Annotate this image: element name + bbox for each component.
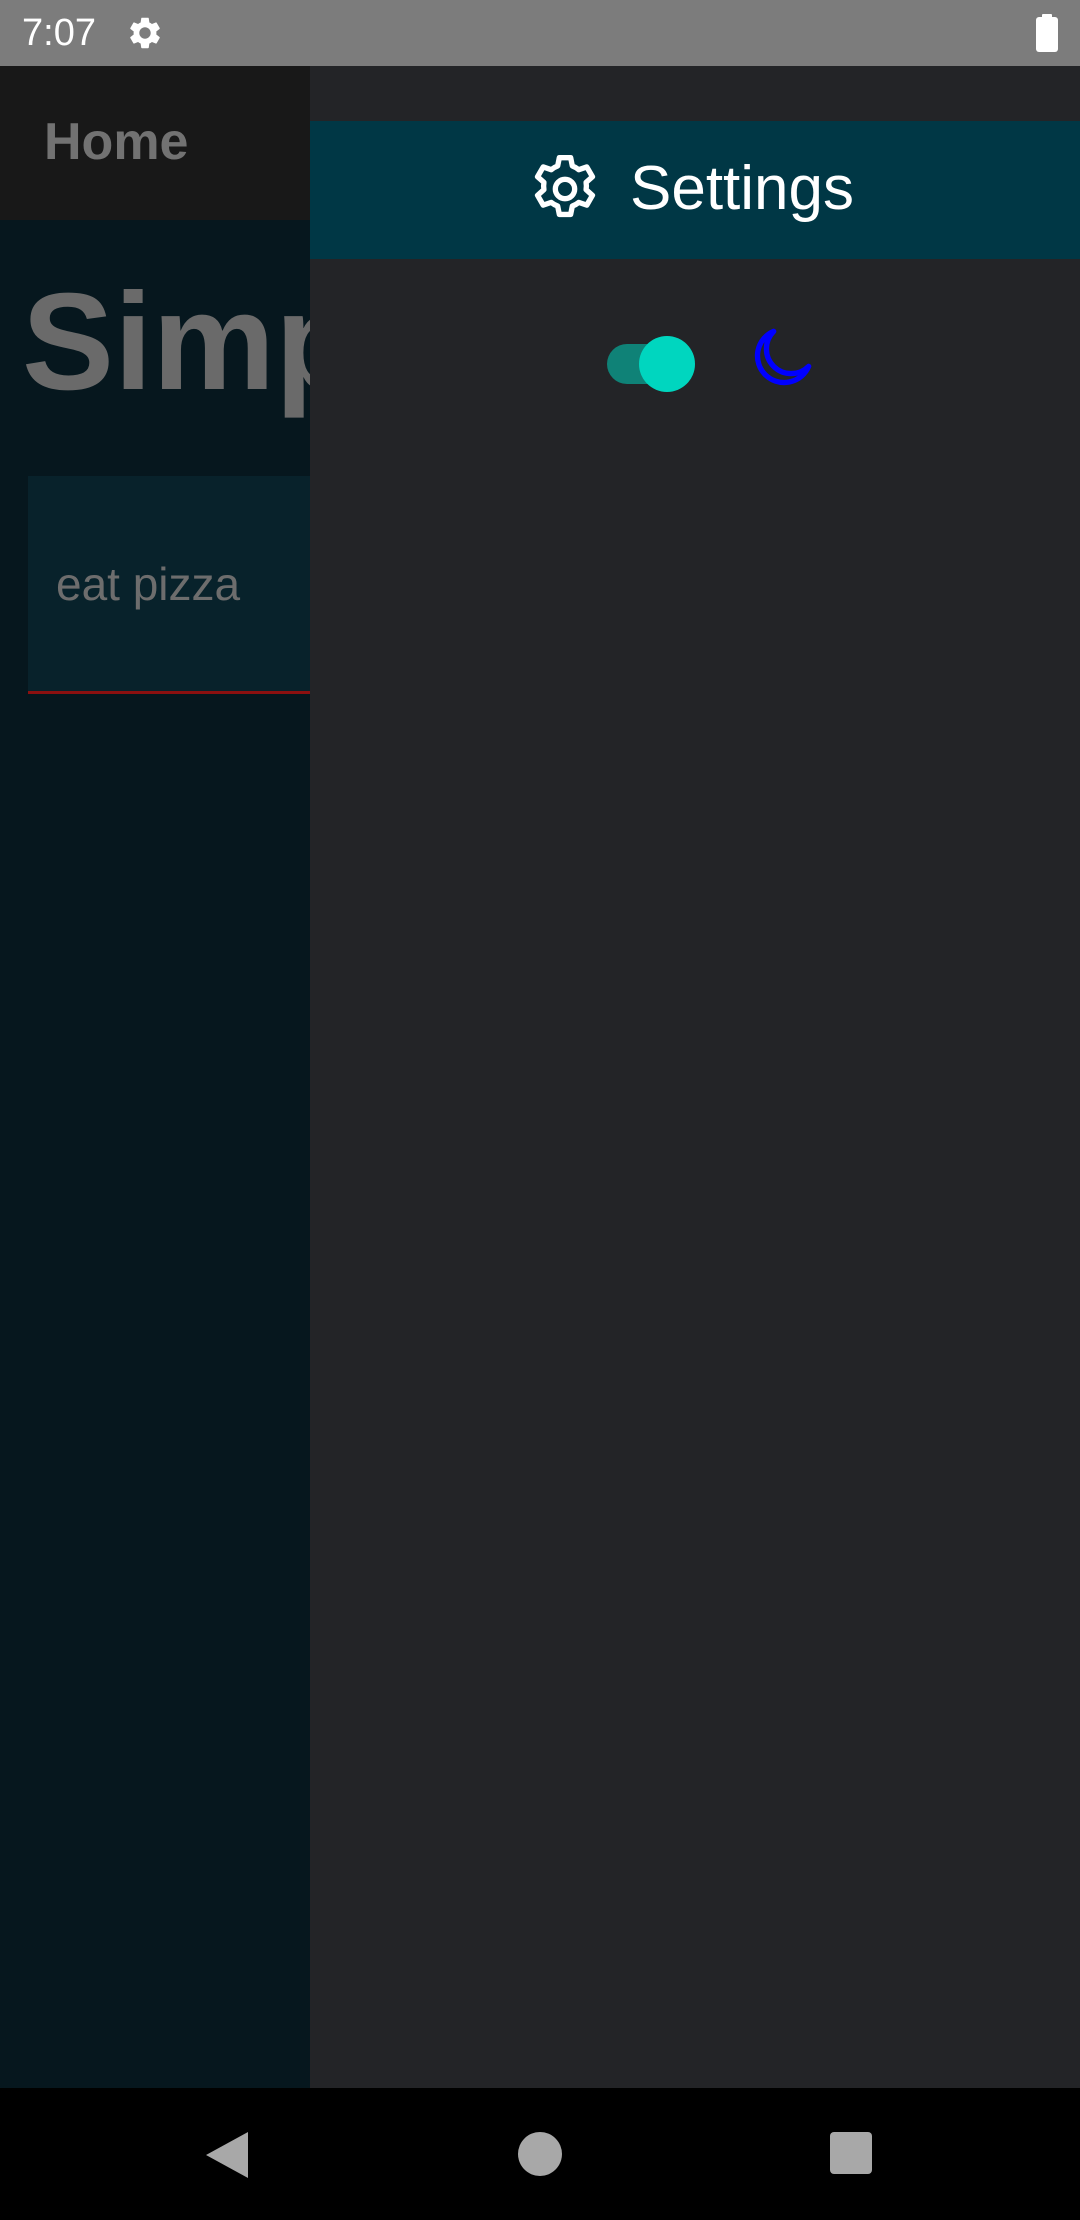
gear-icon [126,14,164,52]
back-icon[interactable] [204,2130,250,2180]
navigation-bar [0,2088,1080,2220]
recents-icon[interactable] [830,2132,872,2174]
dark-mode-toggle[interactable] [607,328,699,392]
drawer-title: Settings [630,154,855,223]
status-time: 7:07 [22,12,96,54]
status-bar: 7:07 [0,0,1080,66]
page-title: Simp [22,265,360,419]
moon-icon [742,318,822,398]
home-icon[interactable] [518,2132,562,2176]
header-title: Home [44,113,189,171]
gear-icon [525,149,605,229]
settings-drawer: Settings [310,66,1080,2088]
toggle-thumb [639,336,695,392]
battery-icon [1036,14,1058,52]
todo-item-text: eat pizza [56,558,241,610]
drawer-header: Settings [310,121,1080,259]
